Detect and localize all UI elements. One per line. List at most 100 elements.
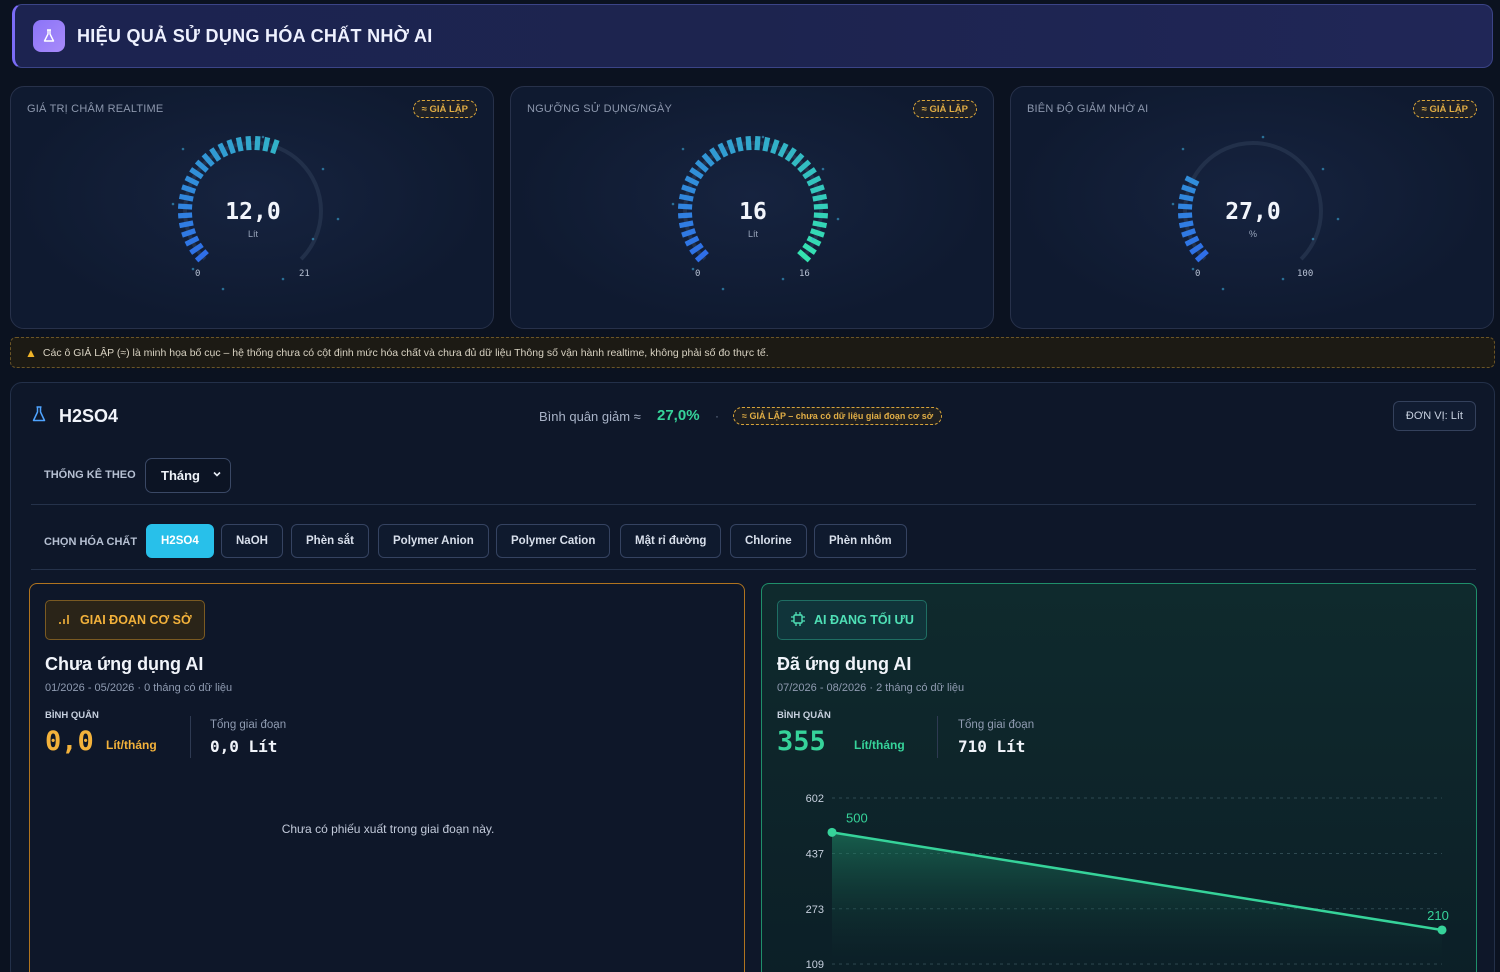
sparkle-dot — [1221, 287, 1225, 291]
sparkle-dot — [321, 167, 325, 171]
page-header: HIỆU QUẢ SỬ DỤNG HÓA CHẤT NHỜ AI — [12, 4, 1493, 68]
chemical-chip-chlorine[interactable]: Chlorine — [730, 524, 807, 558]
gauge-segment — [270, 139, 280, 155]
gauge-segment — [684, 175, 700, 187]
ai-phase-subtitle: 07/2026 - 08/2026 · 2 tháng có dữ liệu — [777, 682, 965, 694]
base-phase-tag: GIAI ĐOẠN CƠ SỞ — [45, 600, 205, 640]
avg-value: 0,0 — [45, 726, 94, 757]
gauge-unit: Lít — [747, 229, 758, 239]
data-point — [1437, 925, 1447, 935]
page-title: HIỆU QUẢ SỬ DỤNG HÓA CHẤT NHỜ AI — [77, 25, 433, 46]
gauge-segment — [245, 135, 252, 151]
empty-message: Chưa có phiếu xuất trong giai đoạn này. — [281, 822, 495, 836]
data-label: 500 — [846, 810, 868, 825]
gauge-label: GIÁ TRỊ CHÂM REALTIME — [27, 103, 164, 115]
avg-label: BÌNH QUÂN — [777, 710, 831, 721]
gauge-unit: Lít — [247, 229, 258, 239]
chemical-header: H2SO4 — [31, 405, 118, 428]
gauge-segment — [809, 184, 825, 194]
sparkle-dot — [1181, 147, 1185, 151]
gauge-segment — [1184, 175, 1200, 187]
simulated-badge: ≈ GIẢ LẬP — [1412, 100, 1477, 118]
gauge-segment — [181, 184, 197, 194]
period-select[interactable]: Tháng — [145, 458, 231, 493]
divider — [31, 569, 1476, 570]
gauge-segment — [735, 136, 744, 152]
gauge-value: 16 — [739, 199, 767, 225]
gauge-label: NGƯỠNG SỬ DỤNG/NGÀY — [527, 103, 673, 115]
chemical-panel: H2SO4 Bình quân giảm ≈ 27,0% · ≈ GIẢ LẬP… — [10, 382, 1495, 972]
y-tick-label: 273 — [806, 904, 824, 916]
sparkle-dot — [781, 277, 785, 281]
usage-area-chart: 602 437 273 109 500 210 — [806, 793, 1449, 971]
avg-unit: Lít/tháng — [106, 738, 157, 752]
chemical-chip-mat-ri-duong[interactable]: Mật rỉ đường — [620, 524, 722, 558]
data-point — [827, 827, 837, 837]
gauge-label: BIÊN ĐỘ GIẢM NHỜ AI — [1027, 103, 1149, 115]
total-value: 0,0 Lít — [210, 737, 278, 756]
y-tick-label: 109 — [806, 959, 824, 971]
sparkle-dot — [1321, 167, 1325, 171]
total-value: 710 Lít — [958, 737, 1026, 756]
chemical-chip-naoh[interactable]: NaOH — [221, 524, 283, 558]
sparkle-dot — [1191, 267, 1195, 271]
sparkle-dot — [761, 135, 765, 139]
gauge-segment — [770, 139, 780, 155]
total-label: Tổng giai đoạn — [958, 719, 1035, 731]
gauge-segment — [1181, 184, 1197, 194]
warning-icon: ▲ — [25, 345, 37, 360]
sparkle-dot — [721, 287, 725, 291]
gauge-segment — [262, 136, 271, 152]
chemical-chip-h2so4[interactable]: H2SO4 — [146, 524, 214, 558]
gauge-segment — [754, 135, 761, 151]
avg-label: BÌNH QUÂN — [45, 710, 99, 721]
sparkle-dot — [181, 147, 185, 151]
gauge-segment — [726, 139, 736, 155]
simulation-warning: ▲ Các ô GIẢ LẬP (≈) là minh họa bố cục –… — [10, 337, 1495, 368]
sparkle-dot — [691, 267, 695, 271]
gauge-segment — [226, 139, 236, 155]
gauge-max: 100 — [1297, 269, 1314, 279]
gauge-segment — [762, 136, 771, 152]
simulated-badge: ≈ GIẢ LẬP — [412, 100, 477, 118]
gauge-segment — [777, 142, 789, 158]
gauge-max: 16 — [799, 269, 810, 279]
avg-unit: Lít/tháng — [854, 738, 905, 752]
sparkle-dot — [1281, 277, 1285, 281]
y-tick-label: 602 — [806, 793, 824, 805]
gauge-min: 0 — [695, 269, 701, 279]
period-select-value: Tháng — [161, 468, 200, 483]
gauge-card-reduction: BIÊN ĐỘ GIẢM NHỜ AI ≈ GIẢ LẬP 27,0 % 0 1… — [1010, 86, 1494, 329]
chemical-chip-phen-nhom[interactable]: Phèn nhôm — [814, 524, 907, 558]
ai-phase-tag: AI ĐANG TỐI ƯU — [777, 600, 927, 640]
base-phase-tag-label: GIAI ĐOẠN CƠ SỞ — [80, 613, 192, 627]
total-label: Tổng giai đoạn — [210, 719, 287, 731]
gauge-segment — [184, 175, 200, 187]
base-phase-panel: GIAI ĐOẠN CƠ SỞ Chưa ứng dụng AI 01/2026… — [29, 583, 745, 972]
y-tick-label: 437 — [806, 849, 824, 861]
warning-text: Các ô GIẢ LẬP (≈) là minh họa bố cục – h… — [42, 346, 769, 359]
sparkle-dot — [221, 287, 225, 291]
chemical-chip-phen-sat[interactable]: Phèn sắt — [291, 524, 369, 558]
base-phase-title: Chưa ứng dụng AI — [45, 654, 204, 674]
separator-dot: · — [715, 409, 719, 423]
sparkle-dot — [261, 135, 265, 139]
chemical-chip-polymer-anion[interactable]: Polymer Anion — [378, 524, 489, 558]
unit-button[interactable]: ĐƠN VỊ: Lít — [1392, 401, 1476, 431]
data-label: 210 — [1427, 908, 1449, 923]
gauge-card-realtime: GIÁ TRỊ CHÂM REALTIME ≈ GIẢ LẬP 12,0 Lít… — [10, 86, 494, 329]
gauge-segment — [235, 136, 244, 152]
flask-icon — [33, 20, 65, 52]
divider — [190, 716, 191, 758]
chemical-chip-polymer-cation[interactable]: Polymer Cation — [496, 524, 611, 558]
avg-reduce-value: 27,0% — [657, 407, 700, 424]
gauge-segment — [217, 142, 229, 158]
simulated-badge: ≈ GIẢ LẬP — [912, 100, 977, 118]
gauge-max: 21 — [299, 269, 310, 279]
gauge-min: 0 — [195, 269, 201, 279]
simulated-badge: ≈ GIẢ LẬP – chưa có dữ liệu giai đoạn cơ… — [733, 407, 943, 425]
flask-icon — [31, 405, 47, 428]
sparkle-dot — [191, 267, 195, 271]
sparkle-dot — [821, 167, 825, 171]
chip-icon — [790, 611, 806, 630]
